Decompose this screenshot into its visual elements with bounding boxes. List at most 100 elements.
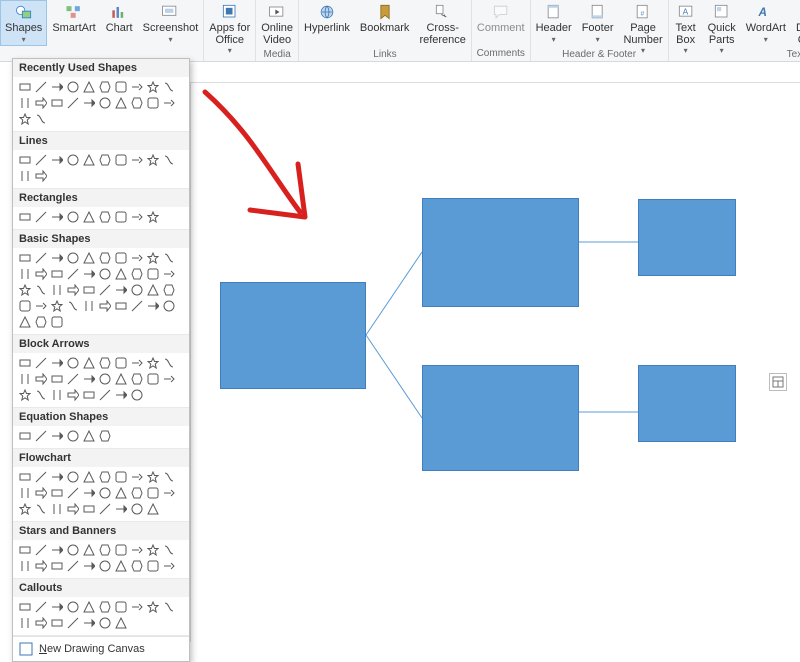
shape-option[interactable] [114,543,128,557]
shape-option[interactable] [146,372,160,386]
quick-parts-button[interactable]: Quick Parts ▾ [703,0,741,57]
shape-option[interactable] [130,356,144,370]
shapes-button[interactable]: Shapes ▾ [0,0,47,46]
shape-option[interactable] [114,80,128,94]
shape-option[interactable] [146,267,160,281]
shape-option[interactable] [34,153,48,167]
shape-option[interactable] [50,388,64,402]
screenshot-button[interactable]: Screenshot ▾ [138,0,204,46]
shape-option[interactable] [18,600,32,614]
wordart-button[interactable]: A WordArt ▾ [741,0,791,46]
new-drawing-canvas-button[interactable]: New Drawing Canvas [13,636,189,661]
shape-option[interactable] [50,559,64,573]
shape-option[interactable] [66,210,80,224]
shape-option[interactable] [146,502,160,516]
connector[interactable] [366,252,422,335]
shape-option[interactable] [50,267,64,281]
shape-option[interactable] [34,299,48,313]
shape-option[interactable] [34,315,48,329]
shape-option[interactable] [34,502,48,516]
shape-option[interactable] [146,559,160,573]
shape-option[interactable] [18,169,32,183]
shape-option[interactable] [130,283,144,297]
shape-rectangle[interactable] [638,199,736,276]
shape-option[interactable] [146,96,160,110]
shape-option[interactable] [50,486,64,500]
shape-option[interactable] [50,251,64,265]
shape-option[interactable] [162,470,176,484]
shape-option[interactable] [82,388,96,402]
shape-option[interactable] [82,283,96,297]
apps-for-office-button[interactable]: Apps for Office ▾ [204,0,255,57]
shape-option[interactable] [50,299,64,313]
shape-option[interactable] [18,388,32,402]
shape-option[interactable] [98,486,112,500]
shape-option[interactable] [18,153,32,167]
shape-option[interactable] [34,169,48,183]
shape-option[interactable] [98,251,112,265]
shape-option[interactable] [162,372,176,386]
shape-option[interactable] [82,210,96,224]
shape-option[interactable] [114,559,128,573]
shape-option[interactable] [130,502,144,516]
shape-option[interactable] [18,283,32,297]
shape-option[interactable] [34,543,48,557]
shape-option[interactable] [82,429,96,443]
shape-option[interactable] [114,600,128,614]
shape-option[interactable] [66,96,80,110]
shape-option[interactable] [130,486,144,500]
shape-option[interactable] [34,372,48,386]
shape-option[interactable] [34,559,48,573]
shape-option[interactable] [50,356,64,370]
shape-option[interactable] [130,388,144,402]
shape-option[interactable] [82,616,96,630]
header-button[interactable]: Header ▾ [531,0,577,46]
shape-option[interactable] [146,283,160,297]
shape-option[interactable] [130,372,144,386]
shape-option[interactable] [130,543,144,557]
shape-option[interactable] [114,616,128,630]
shape-option[interactable] [82,251,96,265]
shape-option[interactable] [98,356,112,370]
shape-option[interactable] [50,502,64,516]
shape-option[interactable] [66,600,80,614]
shape-option[interactable] [98,600,112,614]
shape-rectangle[interactable] [638,365,736,442]
shape-option[interactable] [34,251,48,265]
shape-option[interactable] [114,356,128,370]
shape-option[interactable] [50,470,64,484]
shape-option[interactable] [66,429,80,443]
shape-option[interactable] [50,543,64,557]
hyperlink-button[interactable]: Hyperlink [299,0,355,37]
shape-option[interactable] [82,153,96,167]
shape-option[interactable] [162,600,176,614]
shape-option[interactable] [50,210,64,224]
shape-option[interactable] [98,502,112,516]
shape-option[interactable] [114,502,128,516]
shape-option[interactable] [114,153,128,167]
shape-option[interactable] [82,559,96,573]
shape-option[interactable] [114,96,128,110]
shape-option[interactable] [146,543,160,557]
shape-option[interactable] [114,210,128,224]
shape-option[interactable] [98,559,112,573]
shape-option[interactable] [50,153,64,167]
shape-option[interactable] [66,486,80,500]
bookmark-button[interactable]: Bookmark [355,0,415,37]
shape-option[interactable] [34,470,48,484]
shape-option[interactable] [130,559,144,573]
shape-option[interactable] [162,486,176,500]
shape-option[interactable] [162,299,176,313]
shape-option[interactable] [114,283,128,297]
shape-option[interactable] [50,616,64,630]
online-video-button[interactable]: Online Video [256,0,298,48]
shape-option[interactable] [98,299,112,313]
shape-option[interactable] [98,372,112,386]
shape-option[interactable] [114,372,128,386]
shape-option[interactable] [130,251,144,265]
shape-option[interactable] [34,267,48,281]
shape-option[interactable] [82,80,96,94]
shape-option[interactable] [50,283,64,297]
shape-option[interactable] [98,267,112,281]
shape-option[interactable] [18,429,32,443]
